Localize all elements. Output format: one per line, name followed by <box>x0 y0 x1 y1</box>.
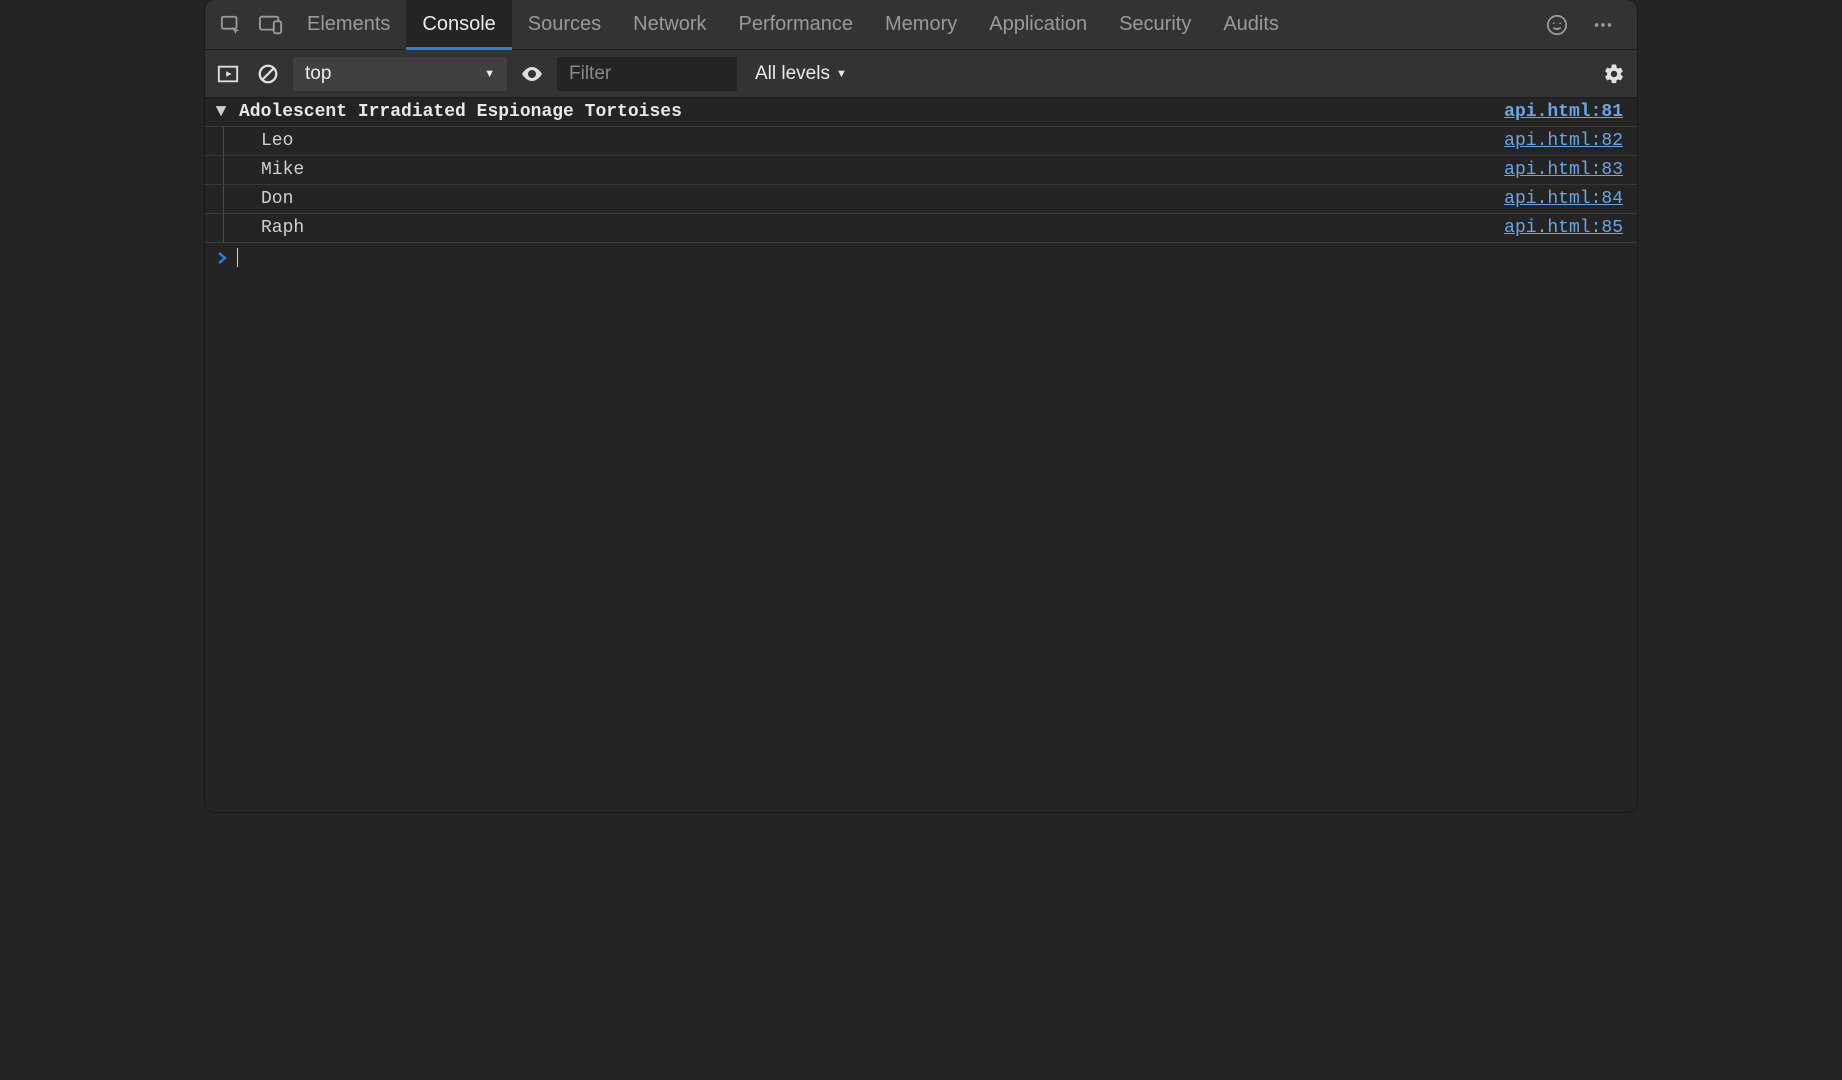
source-link[interactable]: api.html:85 <box>1504 218 1623 238</box>
tab-label: Sources <box>528 13 601 36</box>
source-link[interactable]: api.html:82 <box>1504 131 1623 151</box>
tab-label: Security <box>1119 13 1191 36</box>
clear-console-icon[interactable] <box>253 59 283 89</box>
toggle-sidebar-icon[interactable] <box>213 59 243 89</box>
tab-performance[interactable]: Performance <box>723 0 870 50</box>
live-expression-icon[interactable] <box>517 59 547 89</box>
log-levels-selector[interactable]: All levels ▼ <box>747 63 855 85</box>
console-log-row: Raph api.html:85 <box>205 214 1637 243</box>
group-label: Adolescent Irradiated Espionage Tortoise… <box>233 102 1504 122</box>
levels-label: All levels <box>755 63 830 85</box>
console-toolbar: top ▼ All levels ▼ <box>205 50 1637 98</box>
log-message: Raph <box>241 218 1504 238</box>
tab-security[interactable]: Security <box>1103 0 1207 50</box>
tab-sources[interactable]: Sources <box>512 0 617 50</box>
context-label: top <box>305 63 331 85</box>
log-message: Mike <box>241 160 1504 180</box>
tab-label: Performance <box>739 13 854 36</box>
indent-guide <box>223 156 241 184</box>
tab-memory[interactable]: Memory <box>869 0 973 50</box>
log-message: Don <box>241 189 1504 209</box>
console-output: ▼ Adolescent Irradiated Espionage Tortoi… <box>205 98 1637 812</box>
tabbar: Elements Console Sources Network Perform… <box>205 0 1637 50</box>
chevron-down-icon: ▼ <box>484 68 495 80</box>
inspect-element-icon[interactable] <box>213 7 249 43</box>
chevron-down-icon: ▼ <box>836 68 847 80</box>
source-link[interactable]: api.html:81 <box>1504 102 1623 122</box>
tab-label: Memory <box>885 13 957 36</box>
text-cursor <box>237 248 238 267</box>
devtools-window: Elements Console Sources Network Perform… <box>205 0 1637 812</box>
console-prompt[interactable] <box>205 243 1637 272</box>
context-selector[interactable]: top ▼ <box>293 57 507 91</box>
tab-label: Elements <box>307 13 390 36</box>
tab-label: Audits <box>1223 13 1279 36</box>
tab-label: Application <box>989 13 1087 36</box>
prompt-chevron-icon <box>213 252 231 264</box>
source-link[interactable]: api.html:83 <box>1504 160 1623 180</box>
tab-label: Network <box>633 13 706 36</box>
indent-guide <box>223 214 241 242</box>
tab-label: Console <box>422 13 495 36</box>
device-toolbar-icon[interactable] <box>253 7 289 43</box>
indent-guide <box>223 185 241 213</box>
tab-application[interactable]: Application <box>973 0 1103 50</box>
tab-console[interactable]: Console <box>406 0 511 50</box>
smiley-icon[interactable] <box>1539 7 1575 43</box>
source-link[interactable]: api.html:84 <box>1504 189 1623 209</box>
indent-guide <box>223 127 241 155</box>
console-log-row: Mike api.html:83 <box>205 156 1637 185</box>
tab-network[interactable]: Network <box>617 0 722 50</box>
gear-icon[interactable] <box>1599 59 1629 89</box>
filter-input[interactable] <box>557 57 737 91</box>
console-log-row: Leo api.html:82 <box>205 127 1637 156</box>
disclosure-triangle-icon[interactable]: ▼ <box>213 104 229 120</box>
log-message: Leo <box>241 131 1504 151</box>
console-group-header[interactable]: ▼ Adolescent Irradiated Espionage Tortoi… <box>205 98 1637 127</box>
console-log-row: Don api.html:84 <box>205 185 1637 214</box>
tab-elements[interactable]: Elements <box>291 0 406 50</box>
more-icon[interactable] <box>1585 7 1621 43</box>
tab-audits[interactable]: Audits <box>1207 0 1295 50</box>
